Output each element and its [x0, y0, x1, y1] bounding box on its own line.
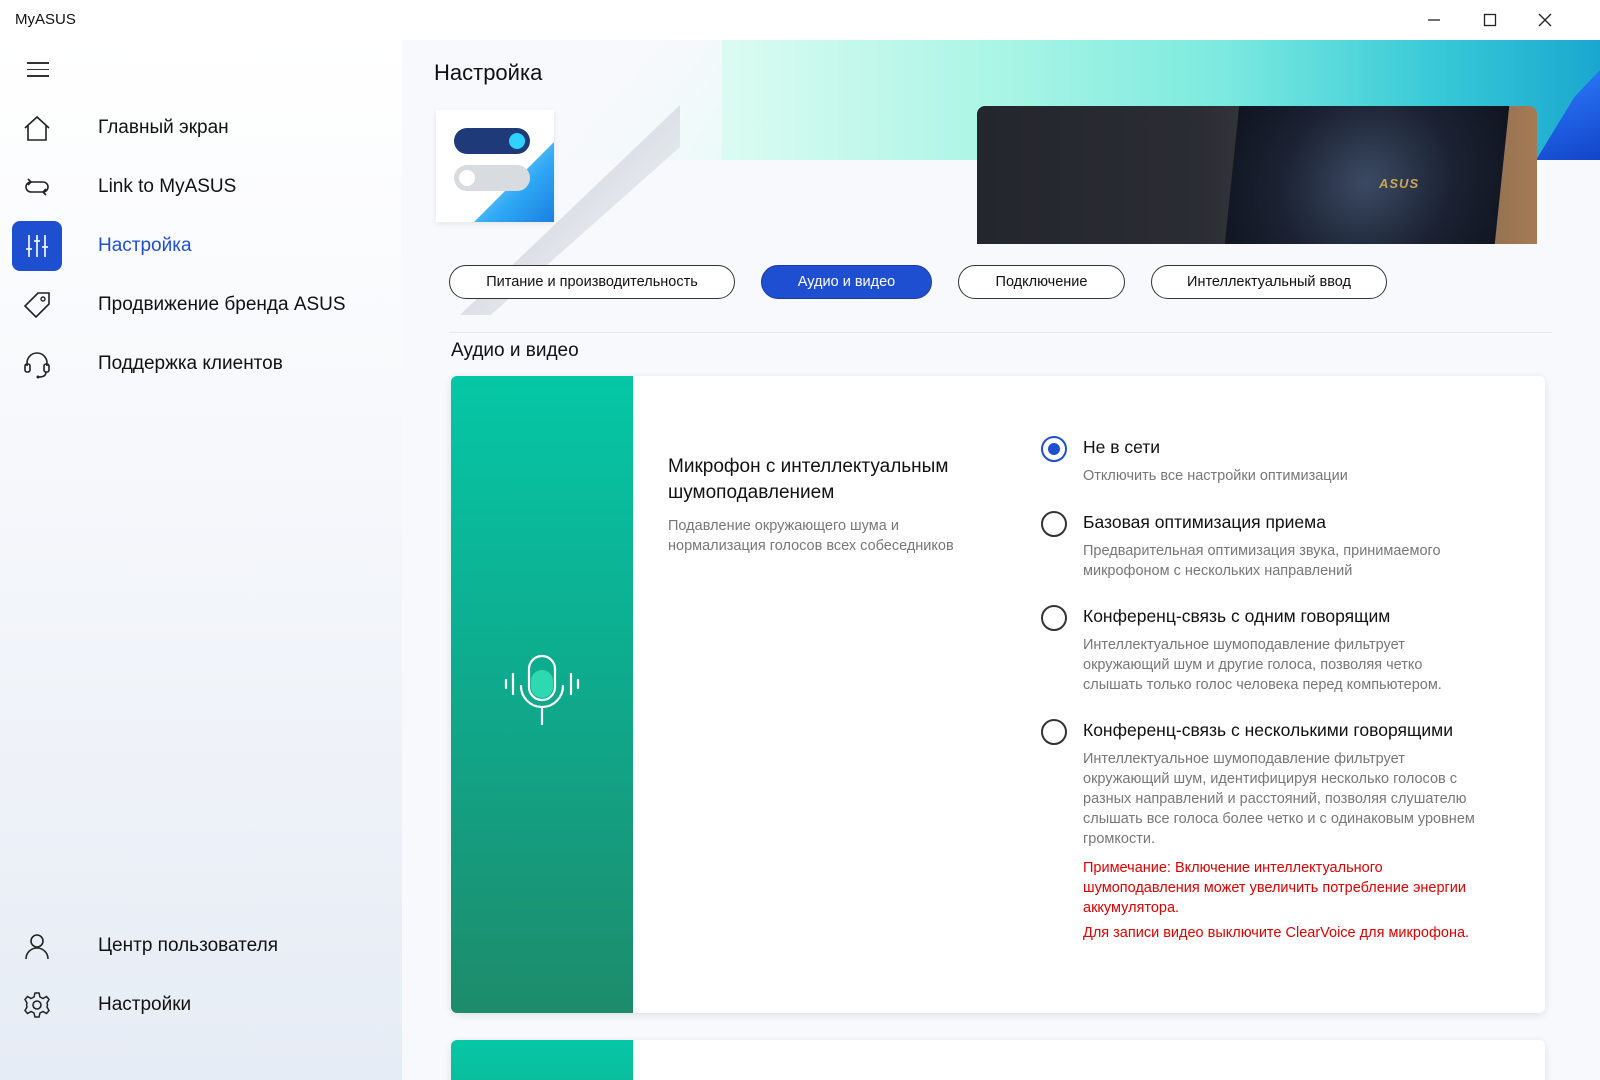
title-bar: MyASUS [0, 0, 1600, 40]
minimize-button[interactable] [1406, 0, 1462, 40]
feature-description: Подавление окружающего шума и нормализац… [668, 518, 954, 554]
section-title: Аудио и видео [451, 340, 579, 361]
hamburger-icon[interactable] [27, 62, 49, 78]
tab-bar: Питание и производительность Аудио и вид… [449, 265, 1413, 299]
tab-power-performance[interactable]: Питание и производительность [449, 265, 735, 299]
tab-smart-input[interactable]: Интеллектуальный ввод [1151, 265, 1387, 299]
video-recording-note: Для записи видео выключите ClearVoice дл… [1083, 925, 1470, 941]
radio-single-speaker[interactable] [1041, 605, 1067, 631]
home-icon [12, 103, 62, 153]
option-label: Конференц-связь с несколькими говорящими [1083, 720, 1453, 740]
sidebar-item-asus-brand[interactable]: Продвижение бренда ASUS [0, 279, 402, 331]
feature-title: Микрофон с интеллектуальным шумоподавлен… [668, 456, 949, 503]
option-label: Базовая оптимизация приема [1083, 512, 1326, 532]
page-title: Настройка [434, 60, 543, 85]
sidebar-item-label: Продвижение бренда ASUS [98, 294, 346, 315]
toggle-off-icon [454, 165, 530, 191]
sidebar: Главный экран Link to MyASUS Настройка П… [0, 40, 402, 1080]
divider [449, 332, 1552, 333]
gear-icon [12, 980, 62, 1030]
toggle-illustration [436, 110, 554, 222]
sidebar-item-label: Центр пользователя [98, 935, 278, 956]
tab-connectivity[interactable]: Подключение [958, 265, 1125, 299]
link-icon [12, 162, 62, 212]
sliders-icon [12, 221, 62, 271]
sidebar-item-customization[interactable]: Настройка [0, 220, 402, 272]
maximize-button[interactable] [1462, 0, 1518, 40]
feature-card-noise-cancelling: Микрофон с интеллектуальным шумоподавлен… [451, 376, 1545, 1013]
sidebar-item-link[interactable]: Link to MyASUS [0, 161, 402, 213]
maximize-icon [1483, 13, 1497, 27]
option-description: Отключить все настройки оптимизации [1083, 468, 1348, 484]
sidebar-item-label: Настройка [98, 235, 192, 256]
sidebar-item-support[interactable]: Поддержка клиентов [0, 338, 402, 390]
battery-warning-note: Примечание: Включение интеллектуального … [1083, 860, 1466, 916]
sidebar-item-label: Настройки [98, 994, 192, 1015]
sidebar-item-home[interactable]: Главный экран [0, 102, 402, 154]
sidebar-item-label: Поддержка клиентов [98, 353, 283, 374]
close-icon [1538, 13, 1552, 27]
feature-card-next [451, 1040, 1545, 1080]
option-description: Предварительная оптимизация звука, прини… [1083, 543, 1441, 579]
tag-icon [12, 280, 62, 330]
toggle-on-icon [454, 128, 530, 154]
headset-icon [12, 339, 62, 389]
asus-logo: ASUS [1379, 176, 1420, 191]
radio-offline[interactable] [1041, 436, 1067, 462]
option-description: Интеллектуальное шумоподавление фильтруе… [1083, 637, 1442, 693]
radio-basic-optimization[interactable] [1041, 511, 1067, 537]
app-title: MyASUS [15, 11, 76, 28]
sidebar-item-label: Главный экран [98, 117, 229, 138]
option-description: Интеллектуальное шумоподавление фильтруе… [1083, 751, 1475, 847]
close-button[interactable] [1517, 0, 1573, 40]
sidebar-item-user-center[interactable]: Центр пользователя [0, 920, 402, 972]
main-content: Настройка ASUS Питание и производительно… [402, 40, 1600, 1080]
feature-icon-panel [451, 376, 633, 1013]
option-label: Не в сети [1083, 437, 1161, 457]
option-label: Конференц-связь с одним говорящим [1083, 606, 1391, 626]
sidebar-item-label: Link to MyASUS [98, 176, 237, 197]
microphone-icon [504, 654, 580, 726]
sidebar-item-settings[interactable]: Настройки [0, 979, 402, 1031]
tab-audio-video[interactable]: Аудио и видео [761, 265, 932, 299]
laptop-image: ASUS [977, 106, 1537, 244]
radio-multi-speaker[interactable] [1041, 719, 1067, 745]
user-icon [12, 921, 62, 971]
minimize-icon [1428, 19, 1440, 21]
feature-icon-panel [451, 1040, 633, 1080]
